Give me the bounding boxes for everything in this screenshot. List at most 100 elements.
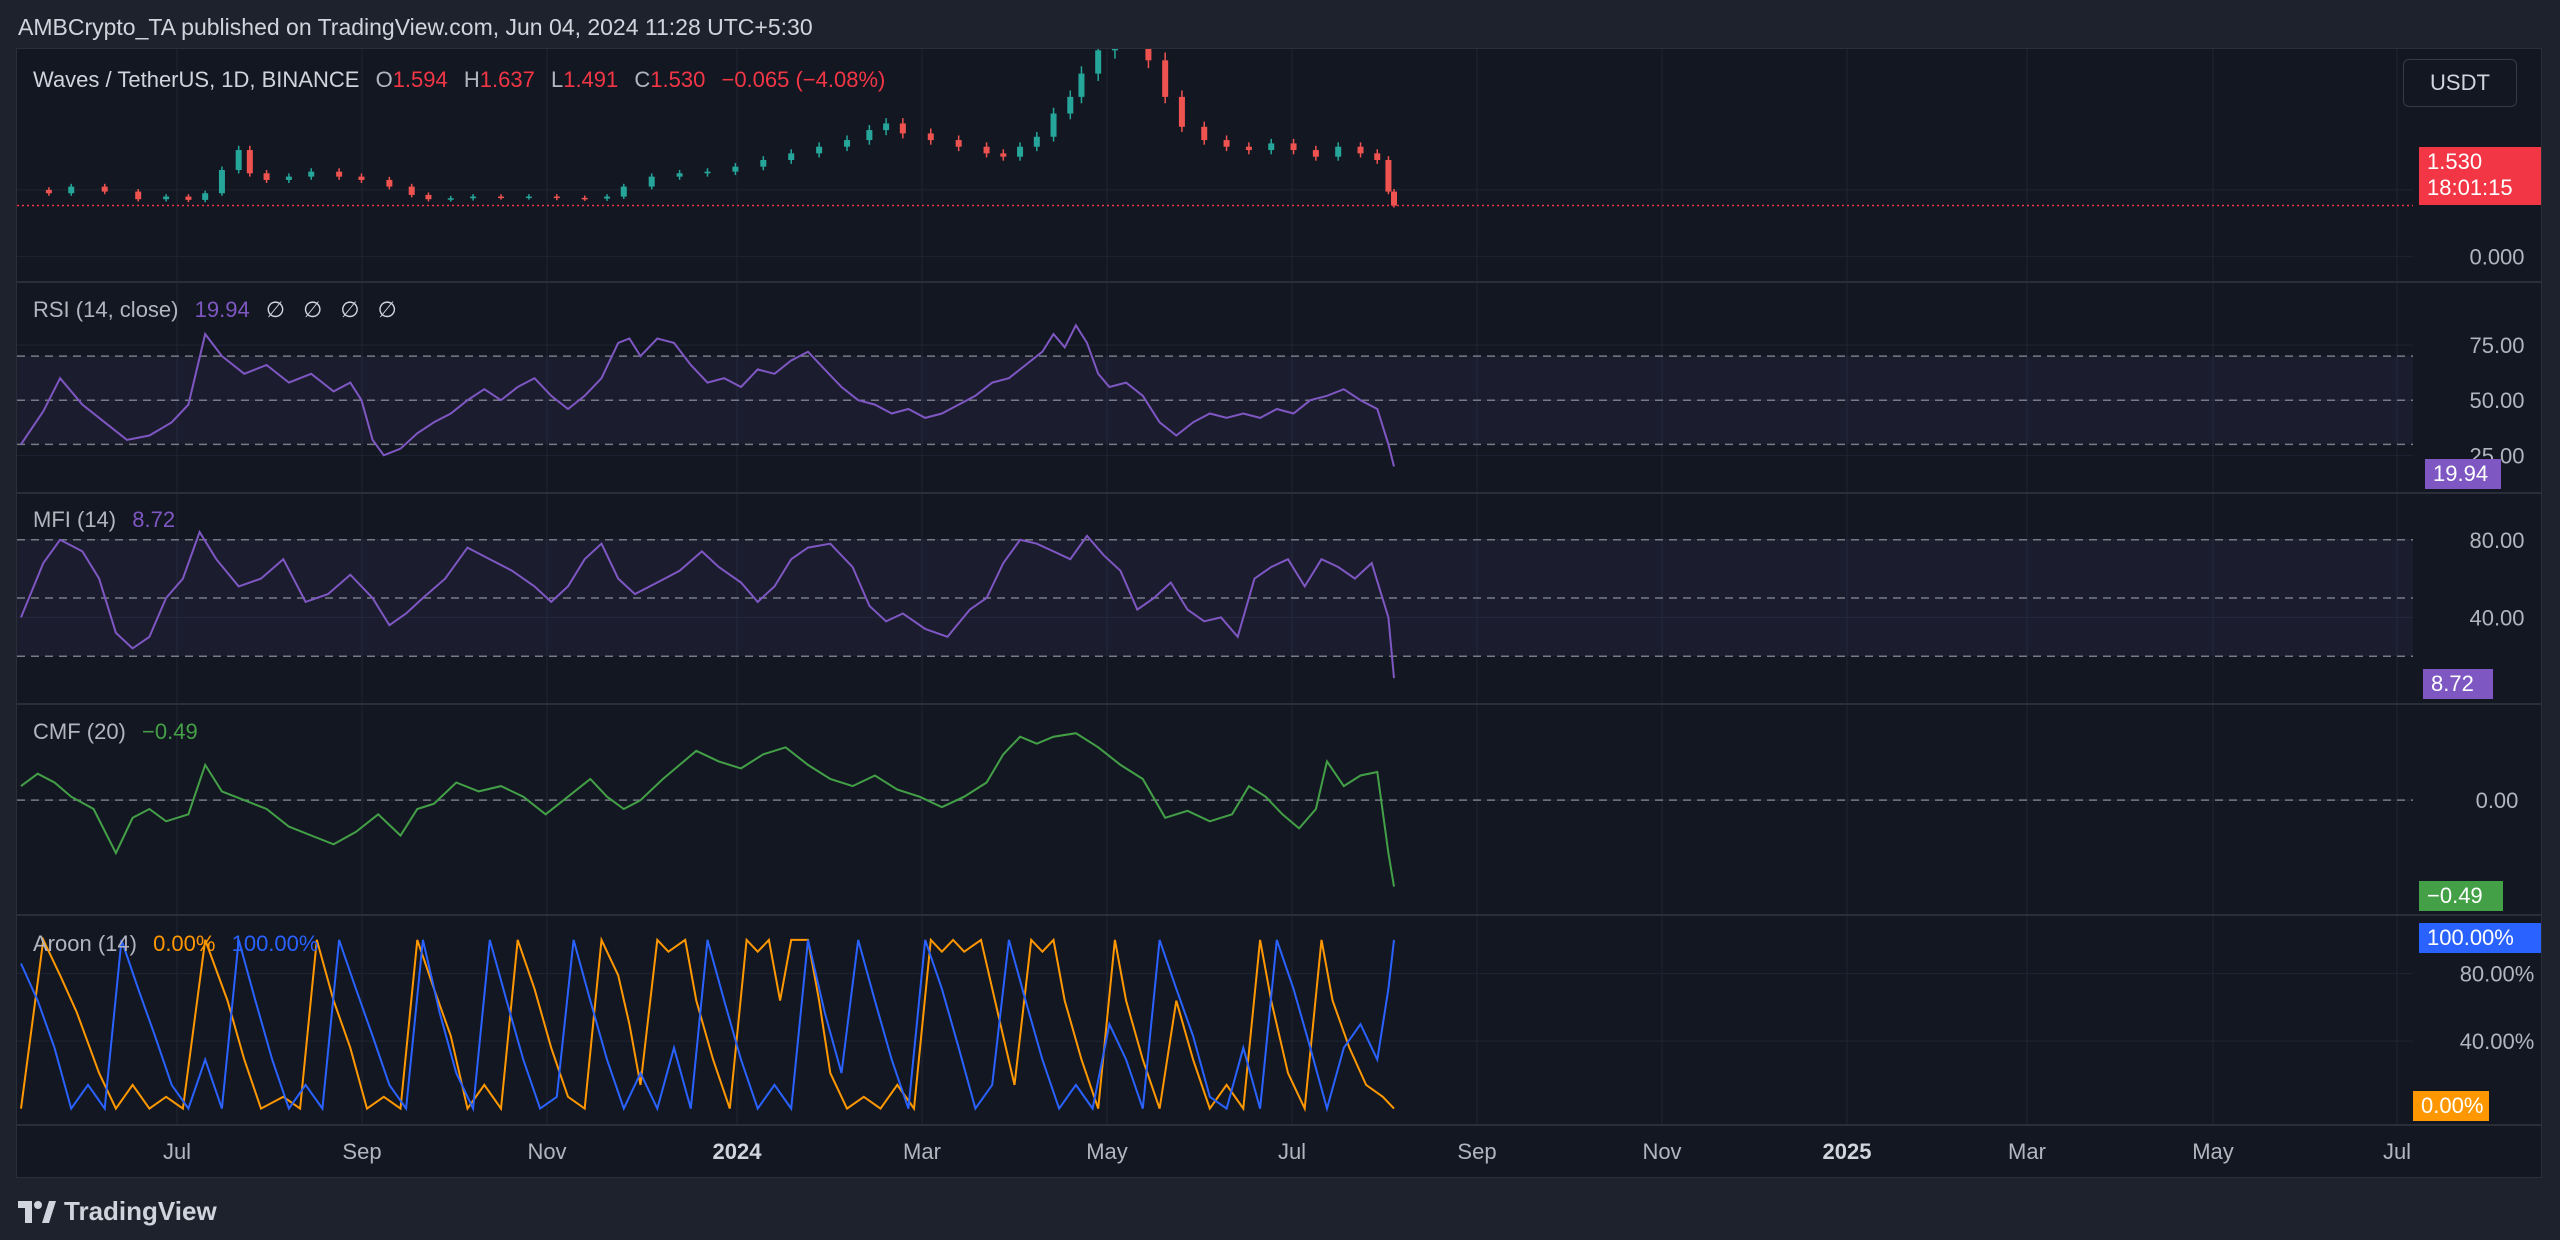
x-tick-label-5: May [1086,1139,1128,1164]
candle-body-9 [235,150,242,170]
ohlc-low-label: L [550,67,564,92]
candle-body-32 [788,153,795,161]
candle-body-21 [497,196,504,199]
currency-selector-button[interactable]: USDT [2403,59,2517,107]
candle-body-6 [185,196,192,200]
symbol-title: Waves / TetherUS, 1D, BINANCE [33,67,360,92]
candle-body-16 [386,179,393,187]
x-tick-label-8: Nov [1642,1139,1681,1164]
cmf-value-label: −0.49 [2419,881,2503,911]
x-tick-label-4: Mar [903,1139,941,1164]
candle-body-55 [1245,146,1252,151]
aroon-title: Aroon (14) [33,931,137,956]
candle-body-51 [1162,60,1169,97]
y-tick-label-1-1: 50.00 [2469,388,2524,413]
publish-header: AMBCrypto_TA published on TradingView.co… [18,14,813,40]
tradingview-logo-icon [18,1200,56,1223]
candle-body-14 [336,171,343,177]
candle-body-57 [1290,143,1297,151]
rsi-extra: ∅ ∅ ∅ ∅ [265,297,403,322]
candle-body-17 [408,186,415,195]
cmf-line [20,732,1395,887]
brand-name: TradingView [64,1196,217,1226]
candle-body-28 [676,173,683,177]
candle-body-36 [883,123,890,131]
x-tick-label-11: May [2192,1139,2234,1164]
aroon-down-value: 100.00% [231,931,319,956]
mfi-legend: MFI (14) 8.72 [33,507,185,533]
candle-body-24 [581,197,588,200]
y-tick-label-4-0: 80.00% [2460,962,2535,987]
y-tick-label-2-0: 80.00 [2469,528,2524,553]
candle-body-22 [525,196,532,199]
rsi-value: 19.94 [194,297,250,322]
candle-body-37 [899,123,906,134]
candle-body-11 [263,173,270,180]
candle-body-23 [553,196,560,199]
candle-body-25 [604,196,611,199]
x-tick-label-3: 2024 [713,1139,763,1164]
ohlc-high-label: H [463,67,480,92]
ohlc-open: 1.594 [392,67,448,92]
candle-body-1 [45,189,52,194]
candle-body-10 [246,150,253,174]
candle-body-12 [285,176,292,180]
aroon-legend: Aroon (14) 0.00% 100.00% [33,931,328,957]
candle-body-34 [844,140,851,147]
x-tick-label-1: Sep [342,1139,381,1164]
candle-body-54 [1223,140,1230,147]
candle-body-63 [1391,191,1398,206]
candle-body-61 [1374,153,1381,161]
ohlc-open-label: O [375,67,393,92]
x-tick-label-10: Mar [2008,1139,2046,1164]
candle-body-56 [1268,143,1275,151]
cmf-title: CMF (20) [33,719,126,744]
candle-body-53 [1201,126,1208,141]
candle-body-44 [1050,113,1057,137]
candle-body-47 [1095,50,1102,74]
candle-body-29 [704,171,711,174]
candle-body-48 [1111,49,1118,51]
ohlc-high: 1.637 [479,67,535,92]
candle-body-40 [983,146,990,154]
candle-body-26 [620,186,627,197]
aroon-up-value-label: 0.00% [2413,1091,2489,1121]
rsi-value-label: 19.94 [2425,459,2501,489]
chart-frame[interactable]: 2.0000.00075.0050.0025.0080.0040.000.008… [16,48,2542,1178]
x-tick-label-7: Sep [1457,1139,1496,1164]
candle-body-30 [732,166,739,172]
candle-body-2 [68,186,75,194]
mfi-value-label: 8.72 [2423,669,2493,699]
x-tick-label-12: Jul [2383,1139,2411,1164]
chart-canvas[interactable]: 2.0000.00075.0050.0025.0080.0040.000.008… [17,49,2541,1177]
aroon-up-value: 0.00% [153,931,216,956]
candle-body-5 [163,196,170,200]
candle-body-38 [927,133,934,141]
candle-body-33 [816,146,823,154]
price-legend: Waves / TetherUS, 1D, BINANCE O1.594 H1.… [33,67,895,93]
x-tick-label-6: Jul [1278,1139,1306,1164]
candle-body-46 [1078,73,1085,97]
candle-body-31 [760,160,767,167]
tradingview-logo[interactable]: TradingView [18,1196,217,1227]
x-tick-label-9: 2025 [1823,1139,1872,1164]
x-tick-label-2: Nov [527,1139,566,1164]
bar-countdown: 18:01:15 [2427,175,2513,200]
rsi-legend: RSI (14, close) 19.94 ∅ ∅ ∅ ∅ [33,297,413,323]
candle-body-52 [1178,96,1185,127]
candle-body-43 [1033,136,1040,147]
aroon-down-value-label: 100.00% [2419,923,2541,953]
cmf-legend: CMF (20) −0.49 [33,719,208,745]
candle-body-60 [1357,146,1364,154]
y-tick-label-4-1: 40.00% [2460,1029,2535,1054]
candle-body-45 [1067,96,1074,114]
candle-body-15 [358,176,365,180]
candle-body-42 [1017,146,1024,157]
last-price-value: 1.530 [2427,149,2483,174]
ohlc-close: 1.530 [650,67,706,92]
ohlc-low: 1.491 [563,67,619,92]
candle-body-3 [101,186,108,192]
candle-body-39 [955,140,962,147]
candle-body-58 [1312,150,1319,157]
candle-body-8 [218,169,225,194]
